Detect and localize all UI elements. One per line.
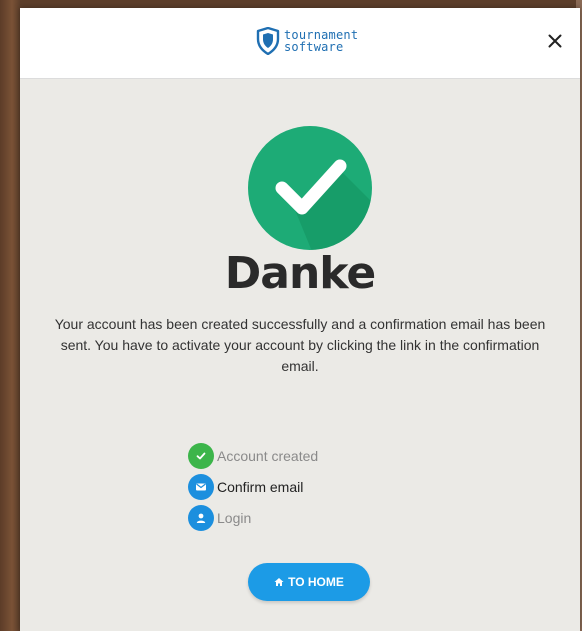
check-icon <box>188 442 214 469</box>
close-icon <box>548 34 562 48</box>
confirmation-message: Your account has been created successful… <box>54 316 546 374</box>
step-label: Login <box>217 509 252 526</box>
shield-logo-icon <box>256 27 280 55</box>
to-home-button[interactable]: TO HOME <box>248 563 370 601</box>
dialog-header: tournament software <box>20 8 580 79</box>
step-account-created: Account created <box>188 440 318 471</box>
step-label: Account created <box>217 447 319 464</box>
step-login: Login <box>188 502 318 533</box>
page-title: Danke <box>224 248 376 299</box>
checkmark-icon <box>248 126 372 250</box>
tournament-software-logo: tournament software <box>256 27 358 55</box>
close-button[interactable] <box>542 28 568 54</box>
step-label: Confirm email <box>217 478 304 495</box>
logo-line-2: software <box>284 40 344 54</box>
envelope-icon <box>188 473 214 500</box>
registration-success-dialog: tournament software Danke Your account h… <box>20 8 580 631</box>
user-icon <box>188 504 214 531</box>
home-icon <box>274 578 284 586</box>
step-confirm-email: Confirm email <box>188 471 318 502</box>
registration-steps: Account created Confirm email Login <box>188 440 318 533</box>
logo-wordmark: tournament software <box>284 29 358 53</box>
to-home-label: TO HOME <box>288 575 344 589</box>
